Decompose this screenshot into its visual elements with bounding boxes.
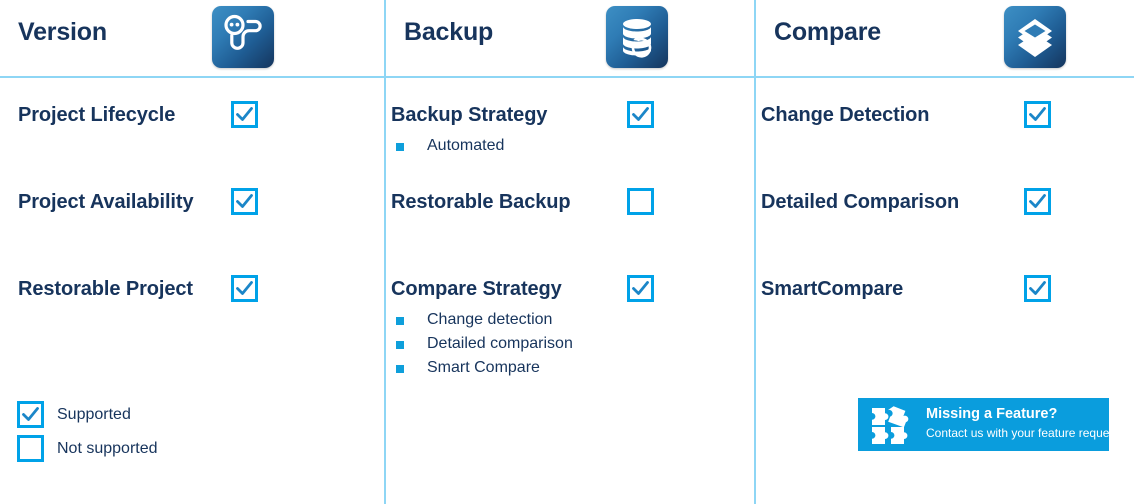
status-checkbox-checked[interactable] [627, 101, 654, 128]
sub-item-list: Change detection Detailed comparison Sma… [391, 308, 573, 380]
status-checkbox-checked[interactable] [1024, 101, 1051, 128]
feature-label: Change Detection [761, 104, 930, 126]
list-item: Detailed comparison [391, 332, 573, 356]
column-header-compare: Compare [756, 0, 1134, 76]
legend-checkbox-unchecked [17, 435, 44, 462]
status-checkbox-checked[interactable] [231, 275, 258, 302]
column-header-version: Version [0, 0, 384, 76]
list-item: Automated [391, 134, 504, 158]
database-restore-icon [606, 6, 668, 68]
column-title-version: Version [18, 18, 107, 46]
sub-item-label: Detailed comparison [427, 335, 573, 352]
legend-checkbox-checked [17, 401, 44, 428]
bullet-square-icon [396, 365, 404, 373]
status-checkbox-checked[interactable] [1024, 188, 1051, 215]
status-checkbox-checked[interactable] [1024, 275, 1051, 302]
status-checkbox-checked[interactable] [627, 275, 654, 302]
status-checkbox-unchecked[interactable] [627, 188, 654, 215]
version-graph-icon [212, 6, 274, 68]
column-header-backup: Backup [386, 0, 754, 76]
bullet-square-icon [396, 317, 404, 325]
feature-label: Restorable Backup [391, 191, 571, 213]
feature-label: Compare Strategy [391, 278, 562, 300]
bullet-square-icon [396, 143, 404, 151]
layers-stack-icon [1004, 6, 1066, 68]
banner-subtitle: Contact us with your feature request! [926, 426, 1109, 440]
status-checkbox-checked[interactable] [231, 188, 258, 215]
sub-item-label: Smart Compare [427, 359, 540, 376]
bullet-square-icon [396, 341, 404, 349]
banner-title: Missing a Feature? [926, 406, 1058, 422]
missing-feature-banner[interactable]: Missing a Feature? Contact us with your … [858, 398, 1109, 451]
sub-item-label: Change detection [427, 311, 553, 328]
column-title-compare: Compare [774, 18, 881, 46]
puzzle-piece-icon [870, 404, 912, 446]
feature-label: Project Lifecycle [18, 104, 176, 126]
feature-label: SmartCompare [761, 278, 904, 300]
column-version: Version Project Lifecycle Project Availa… [0, 0, 384, 504]
feature-comparison-matrix: Version Project Lifecycle Project Availa… [0, 0, 1134, 504]
feature-label: Detailed Comparison [761, 191, 960, 213]
column-backup: Backup Backup Strategy Automated Restora… [386, 0, 754, 504]
sub-item-list: Automated [391, 134, 504, 158]
feature-label: Backup Strategy [391, 104, 548, 126]
legend-label-not-supported: Not supported [57, 440, 158, 457]
legend-label-supported: Supported [57, 406, 131, 423]
status-checkbox-checked[interactable] [231, 101, 258, 128]
feature-label: Project Availability [18, 191, 194, 213]
sub-item-label: Automated [427, 137, 505, 154]
column-title-backup: Backup [404, 18, 494, 46]
feature-label: Restorable Project [18, 278, 193, 300]
list-item: Change detection [391, 308, 573, 332]
list-item: Smart Compare [391, 356, 573, 380]
